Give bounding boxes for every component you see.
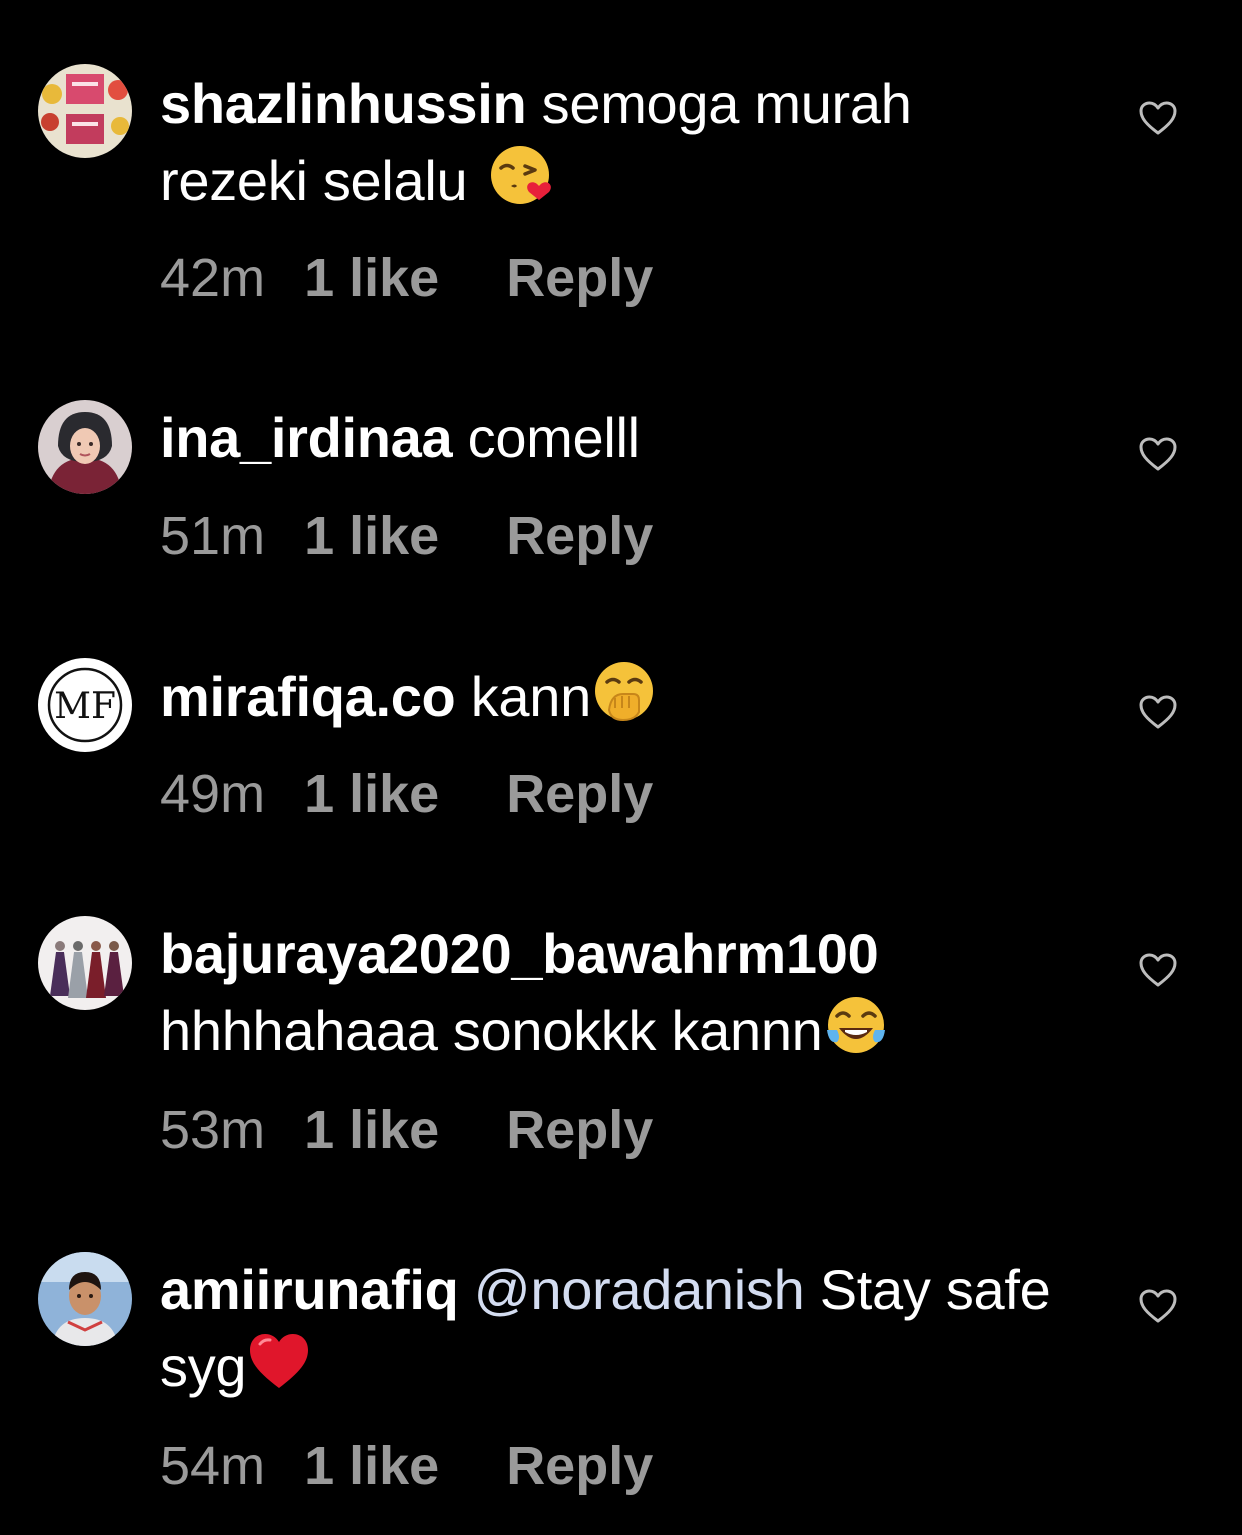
comment-message: hhhhahaaa sonokkk kannn: [160, 999, 823, 1062]
comment-time: 54m: [160, 1436, 266, 1496]
comment-time: 42m: [160, 248, 266, 308]
face-with-hand-over-mouth-icon: [591, 658, 657, 724]
likes-count[interactable]: 1 like: [304, 1436, 439, 1496]
heart-outline-icon[interactable]: [1138, 694, 1178, 730]
reply-button[interactable]: Reply: [506, 1436, 653, 1496]
red-heart-icon: [246, 1328, 312, 1394]
comment-time: 53m: [160, 1100, 266, 1160]
reply-button[interactable]: Reply: [506, 506, 653, 566]
mention-link[interactable]: @noradanish: [474, 1258, 805, 1321]
heart-outline-icon[interactable]: [1138, 100, 1178, 136]
comment-meta: 53m 1 like Reply: [160, 1100, 653, 1160]
avatar[interactable]: [38, 916, 132, 1010]
comment-text: bajuraya2020_bawahrm100 hhhhahaaa sonokk…: [160, 916, 1060, 1069]
likes-count[interactable]: 1 like: [304, 1100, 439, 1160]
avatar[interactable]: [38, 400, 132, 494]
comment-text: ina_irdinaa comelll: [160, 400, 1060, 476]
avatar[interactable]: MF: [38, 658, 132, 752]
reply-button[interactable]: Reply: [506, 248, 653, 308]
reply-button[interactable]: Reply: [506, 1100, 653, 1160]
comment-time: 51m: [160, 506, 266, 566]
comment-text: mirafiqa.co kann: [160, 658, 1060, 735]
comment-message: kann: [470, 665, 592, 728]
comment-meta: 51m 1 like Reply: [160, 506, 653, 566]
comment-time: 49m: [160, 764, 266, 824]
username-link[interactable]: ina_irdinaa: [160, 406, 453, 469]
svg-text:MF: MF: [54, 686, 116, 727]
heart-outline-icon[interactable]: [1138, 436, 1178, 472]
likes-count[interactable]: 1 like: [304, 506, 439, 566]
avatar[interactable]: [38, 64, 132, 158]
face-blowing-kiss-icon: [487, 142, 553, 208]
comment-text: amiirunafiq @noradanish Stay safe syg: [160, 1252, 1060, 1405]
avatar[interactable]: [38, 1252, 132, 1346]
username-link[interactable]: bajuraya2020_bawahrm100: [160, 922, 879, 985]
face-with-tears-of-joy-icon: [823, 992, 889, 1058]
comment-meta: 54m 1 like Reply: [160, 1436, 653, 1496]
comment-meta: 42m 1 like Reply: [160, 248, 653, 308]
username-link[interactable]: mirafiqa.co: [160, 665, 456, 728]
username-link[interactable]: shazlinhussin: [160, 72, 527, 135]
comment-text: shazlinhussin semoga murah rezeki selalu: [160, 66, 1060, 219]
likes-count[interactable]: 1 like: [304, 764, 439, 824]
comment-message: comelll: [467, 406, 640, 469]
reply-button[interactable]: Reply: [506, 764, 653, 824]
heart-outline-icon[interactable]: [1138, 1288, 1178, 1324]
heart-outline-icon[interactable]: [1138, 952, 1178, 988]
comment-meta: 49m 1 like Reply: [160, 764, 653, 824]
likes-count[interactable]: 1 like: [304, 248, 439, 308]
username-link[interactable]: amiirunafiq: [160, 1258, 459, 1321]
